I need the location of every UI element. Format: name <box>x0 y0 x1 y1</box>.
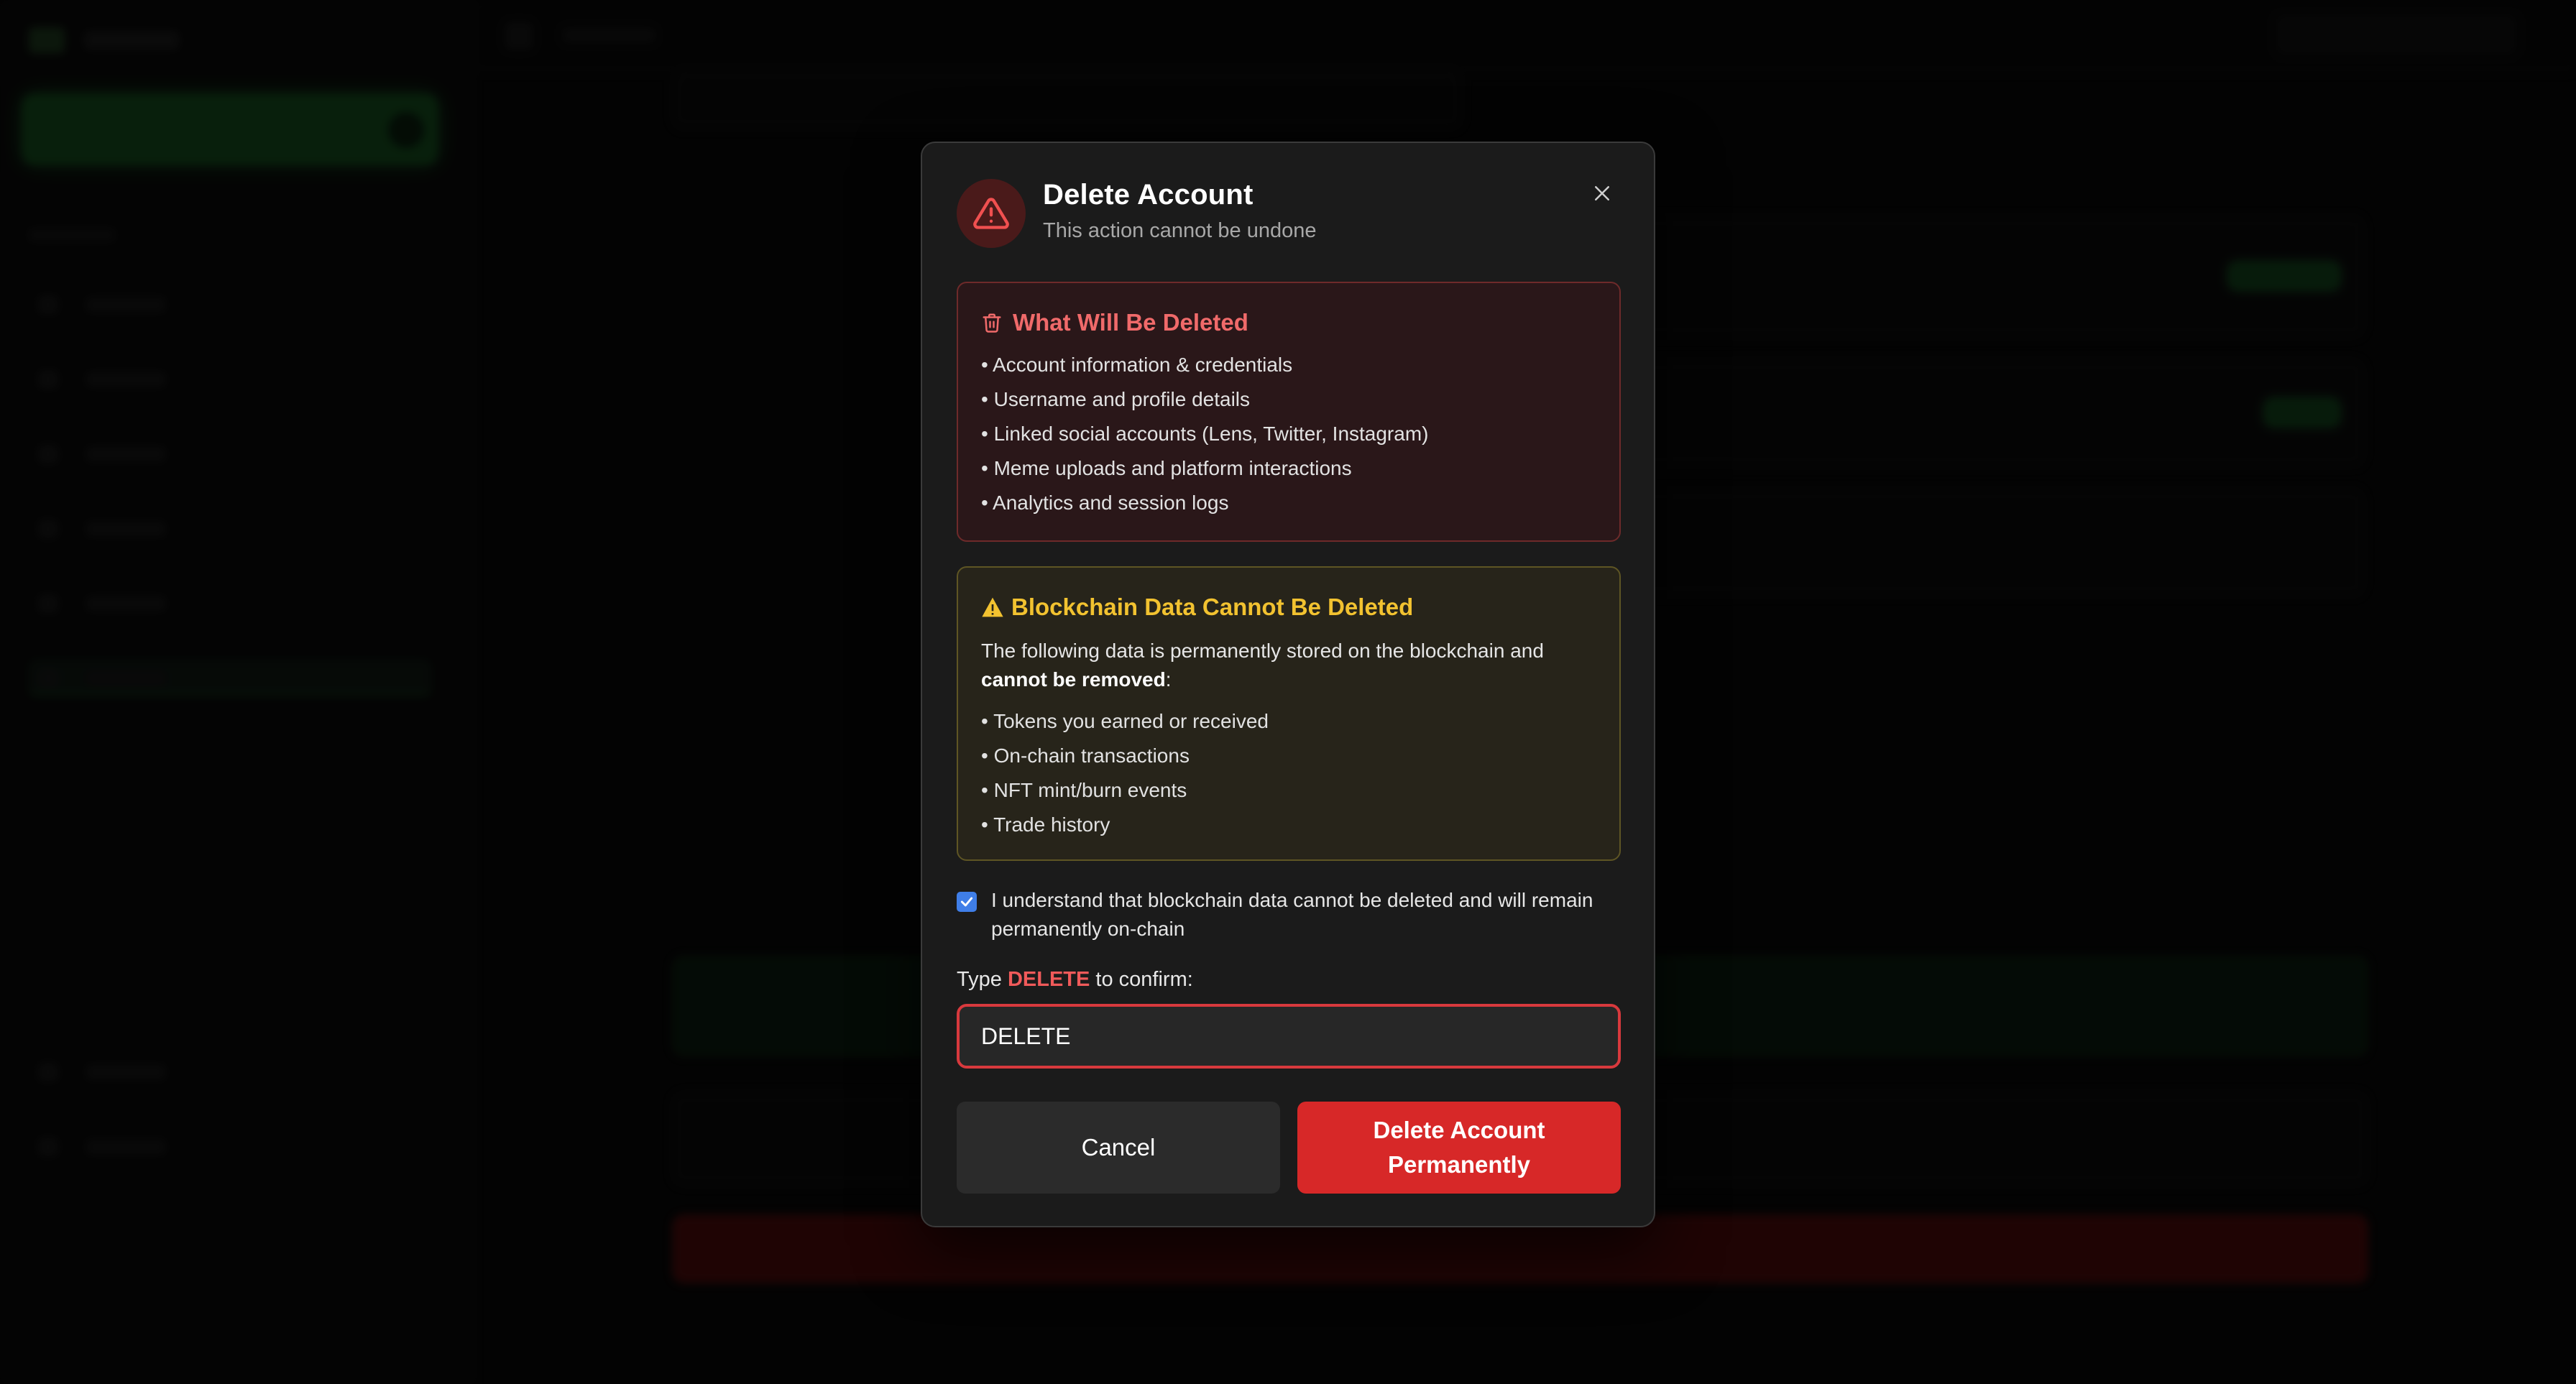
list-item: NFT mint/burn events <box>981 773 1269 808</box>
list-item: Linked social accounts (Lens, Twitter, I… <box>981 417 1429 451</box>
description-emphasis: cannot be removed <box>981 668 1166 691</box>
close-button[interactable] <box>1585 176 1619 211</box>
list-item: On-chain transactions <box>981 739 1269 773</box>
list-item: Meme uploads and platform interactions <box>981 451 1428 486</box>
close-icon <box>1595 186 1609 200</box>
acknowledge-row[interactable]: I understand that blockchain data cannot… <box>957 886 1625 944</box>
deleted-data-list: Account information & credentials Userna… <box>981 348 1428 520</box>
deleted-data-heading: What Will Be Deleted <box>981 309 1248 336</box>
description-suffix: : <box>1165 668 1172 691</box>
cancel-button[interactable]: Cancel <box>957 1102 1280 1194</box>
list-item: Analytics and session logs <box>981 486 1428 520</box>
list-item: Tokens you earned or received <box>981 704 1269 739</box>
acknowledge-label[interactable]: I understand that blockchain data cannot… <box>991 886 1625 944</box>
confirm-label: Type DELETE to confirm: <box>957 968 1193 992</box>
warning-triangle-icon <box>957 179 1026 248</box>
delete-account-button[interactable]: Delete Account Permanently <box>1297 1102 1621 1194</box>
confirm-keyword: DELETE <box>1007 968 1090 991</box>
list-item: Username and profile details <box>981 382 1428 417</box>
blockchain-data-title: Blockchain Data Cannot Be Deleted <box>1011 594 1414 620</box>
trash-icon <box>983 313 1001 333</box>
dialog-title: Delete Account <box>1043 179 1254 211</box>
confirm-label-suffix: to confirm: <box>1095 968 1193 991</box>
delete-account-dialog: Delete Account This action cannot be und… <box>921 142 1655 1227</box>
confirm-label-prefix: Type <box>957 968 1002 991</box>
deleted-data-title: What Will Be Deleted <box>1013 309 1248 336</box>
blockchain-data-heading: Blockchain Data Cannot Be Deleted <box>981 594 1413 621</box>
warning-icon <box>982 597 1003 617</box>
checkmark-icon <box>960 897 973 907</box>
blockchain-data-panel: Blockchain Data Cannot Be Deleted The fo… <box>957 566 1621 861</box>
list-item: Trade history <box>981 808 1269 842</box>
dialog-subtitle: This action cannot be undone <box>1043 219 1317 242</box>
deleted-data-panel: What Will Be Deleted Account information… <box>957 282 1621 542</box>
acknowledge-checkbox[interactable] <box>957 892 977 912</box>
blockchain-data-list: Tokens you earned or received On-chain t… <box>981 704 1269 842</box>
blockchain-data-description: The following data is permanently stored… <box>981 637 1606 694</box>
confirm-input[interactable] <box>957 1004 1621 1069</box>
description-text: The following data is permanently stored… <box>981 640 1544 662</box>
list-item: Account information & credentials <box>981 348 1428 382</box>
